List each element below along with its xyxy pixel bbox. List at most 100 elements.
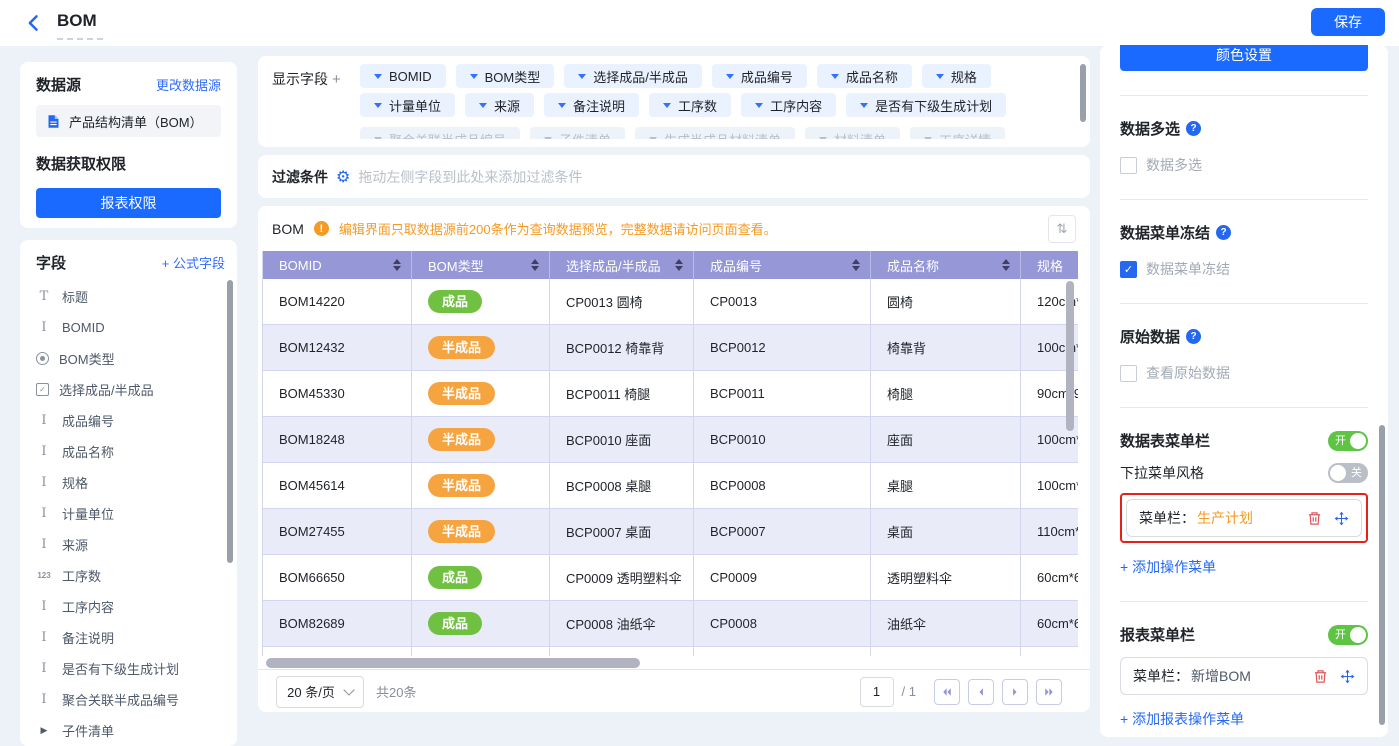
field-item[interactable]: BOM类型 <box>36 343 225 374</box>
table-vertical-scrollbar[interactable] <box>1066 281 1074 431</box>
field-item[interactable]: T标题 <box>36 281 225 312</box>
display-field-chip[interactable]: 来源 <box>465 93 534 117</box>
settings-scrollbar[interactable] <box>1379 425 1385 725</box>
table-row[interactable]: BOM66650成品CP0009 透明塑料伞CP0009透明塑料伞60cm*6 <box>263 555 1078 601</box>
field-item[interactable]: ▶子件清单 <box>36 715 225 746</box>
display-field-chip[interactable]: BOMID <box>360 64 446 88</box>
table-cell: 油纸伞 <box>871 601 1021 647</box>
move-icon[interactable] <box>1340 669 1355 684</box>
trash-icon[interactable] <box>1313 669 1328 684</box>
field-item[interactable]: I聚合关联半成品编号 <box>36 684 225 715</box>
sort-icon[interactable] <box>675 255 683 275</box>
add-report-menu-link[interactable]: + 添加报表操作菜单 <box>1120 709 1368 729</box>
first-page-button[interactable] <box>934 679 960 705</box>
dropdown-style-toggle-off[interactable]: 关 <box>1328 463 1368 483</box>
checkbox-unchecked[interactable] <box>1120 157 1137 174</box>
sort-icon[interactable] <box>852 255 860 275</box>
raw-data-checkbox-row[interactable]: 查看原始数据 <box>1120 363 1368 383</box>
report-permission-button[interactable]: 报表权限 <box>36 188 221 218</box>
table-row[interactable]: BOM45614半成品BCP0008 桌腿BCP0008桌腿100cm* <box>263 463 1078 509</box>
change-datasource-link[interactable]: 更改数据源 <box>156 75 221 94</box>
field-item[interactable]: I工序内容 <box>36 591 225 622</box>
table-cell: BCP0008 <box>694 463 871 509</box>
field-item[interactable]: I是否有下级生成计划 <box>36 653 225 684</box>
add-display-field-button[interactable]: + <box>332 71 341 88</box>
display-field-chip[interactable]: 规格 <box>922 64 991 88</box>
column-header[interactable]: 成品编号 <box>694 251 871 279</box>
display-field-chip[interactable]: BOM类型 <box>456 64 555 88</box>
column-header[interactable]: 规格 <box>1021 251 1078 279</box>
display-field-chip[interactable]: 子件清单 <box>530 127 625 139</box>
help-icon[interactable]: ? <box>1186 329 1201 344</box>
help-icon[interactable]: ? <box>1216 225 1231 240</box>
display-field-chip[interactable]: 成品名称 <box>817 64 912 88</box>
menu-item-value[interactable]: 生产计划 <box>1197 508 1253 528</box>
column-header[interactable]: 选择成品/半成品 <box>550 251 694 279</box>
sort-icon[interactable] <box>1002 255 1010 275</box>
column-header[interactable]: BOM类型 <box>412 251 550 279</box>
field-item[interactable]: I计量单位 <box>36 498 225 529</box>
sort-icon[interactable] <box>393 255 401 275</box>
field-item[interactable]: IBOMID <box>36 312 225 343</box>
display-field-chip[interactable]: 是否有下级生成计划 <box>846 93 1006 117</box>
display-field-chip[interactable]: 工序内容 <box>741 93 836 117</box>
display-field-chip[interactable]: 选择成品/半成品 <box>564 64 702 88</box>
page-number-input[interactable] <box>860 677 894 707</box>
chips-scrollbar[interactable] <box>1080 64 1086 122</box>
report-menu-bar-item[interactable]: 菜单栏： 新增BOM <box>1120 657 1368 695</box>
table-row[interactable]: BOM18248半成品BCP0010 座面BCP0010座面100cm* <box>263 417 1078 463</box>
help-icon[interactable]: ? <box>1186 121 1201 136</box>
table-row[interactable]: BOM27455半成品BCP0007 桌面BCP0007桌面110cm* <box>263 509 1078 555</box>
table-row[interactable]: BOM12432半成品BCP0012 椅靠背BCP0012椅靠背100cm* <box>263 325 1078 371</box>
text-icon: I <box>36 506 52 521</box>
color-settings-button[interactable]: 颜色设置 <box>1120 45 1368 71</box>
filter-dropzone-placeholder[interactable]: 拖动左侧字段到此处来添加过滤条件 <box>358 167 582 187</box>
table-row[interactable]: BOM82689成品CP0008 油纸伞CP0008油纸伞60cm*6 <box>263 601 1078 647</box>
multi-select-checkbox-row[interactable]: 数据多选 <box>1120 155 1368 175</box>
field-item[interactable]: I来源 <box>36 529 225 560</box>
sort-icon[interactable] <box>531 255 539 275</box>
save-button[interactable]: 保存 <box>1311 8 1385 36</box>
table-horizontal-scrollbar[interactable] <box>266 658 640 668</box>
table-menu-toggle-on[interactable]: 开 <box>1328 431 1368 451</box>
menu-freeze-checkbox-row[interactable]: ✓ 数据菜单冻结 <box>1120 259 1368 279</box>
column-header[interactable]: 成品名称 <box>871 251 1021 279</box>
display-field-chip[interactable]: 备注说明 <box>544 93 639 117</box>
page-size-select[interactable]: 20 条/页 <box>276 676 364 708</box>
display-field-chip[interactable]: 成品编号 <box>712 64 807 88</box>
back-icon[interactable] <box>24 13 44 33</box>
fields-scrollbar[interactable] <box>227 280 233 563</box>
last-page-button[interactable] <box>1036 679 1062 705</box>
checkbox-unchecked[interactable] <box>1120 365 1137 382</box>
prev-page-button[interactable] <box>968 679 994 705</box>
checkbox-checked[interactable]: ✓ <box>1120 261 1137 278</box>
field-item[interactable]: I备注说明 <box>36 622 225 653</box>
display-field-chip[interactable]: 计量单位 <box>360 93 455 117</box>
display-field-chip[interactable]: 工序详情 <box>910 127 1005 139</box>
field-item[interactable]: ✓选择成品/半成品 <box>36 374 225 405</box>
field-item[interactable]: I规格 <box>36 467 225 498</box>
move-icon[interactable] <box>1334 511 1349 526</box>
display-field-chip[interactable]: 材料清单 <box>805 127 900 139</box>
datasource-item[interactable]: 产品结构清单（BOM） <box>36 105 221 137</box>
column-header[interactable]: BOMID <box>263 251 412 279</box>
report-menu-toggle-on[interactable]: 开 <box>1328 625 1368 645</box>
menu-bar-item[interactable]: 菜单栏： 生产计划 <box>1126 499 1362 537</box>
add-formula-field-link[interactable]: + 公式字段 <box>162 253 225 272</box>
gear-icon[interactable]: ⚙ <box>336 167 350 187</box>
table-row[interactable]: BOM45330半成品BCP0011 椅腿BCP0011椅腿90cm*9 <box>263 371 1078 417</box>
next-page-button[interactable] <box>1002 679 1028 705</box>
menu-item-value[interactable]: 新增BOM <box>1191 666 1251 686</box>
text-icon: I <box>36 413 52 428</box>
field-item[interactable]: I成品名称 <box>36 436 225 467</box>
display-field-chip[interactable]: 工序数 <box>649 93 731 117</box>
field-item[interactable]: I成品编号 <box>36 405 225 436</box>
chip-label: 规格 <box>951 67 977 86</box>
table-row[interactable]: BOM14220成品CP0013 圆椅CP0013圆椅120cm* <box>263 279 1078 325</box>
display-field-chip[interactable]: 生成半成品材料清单 <box>635 127 795 139</box>
trash-icon[interactable] <box>1307 511 1322 526</box>
table-sort-toggle-button[interactable]: ⇅ <box>1048 215 1076 243</box>
display-field-chip[interactable]: 聚合关联半成品编号 <box>360 127 520 139</box>
add-operation-menu-link[interactable]: + 添加操作菜单 <box>1120 557 1368 577</box>
field-item[interactable]: 123工序数 <box>36 560 225 591</box>
